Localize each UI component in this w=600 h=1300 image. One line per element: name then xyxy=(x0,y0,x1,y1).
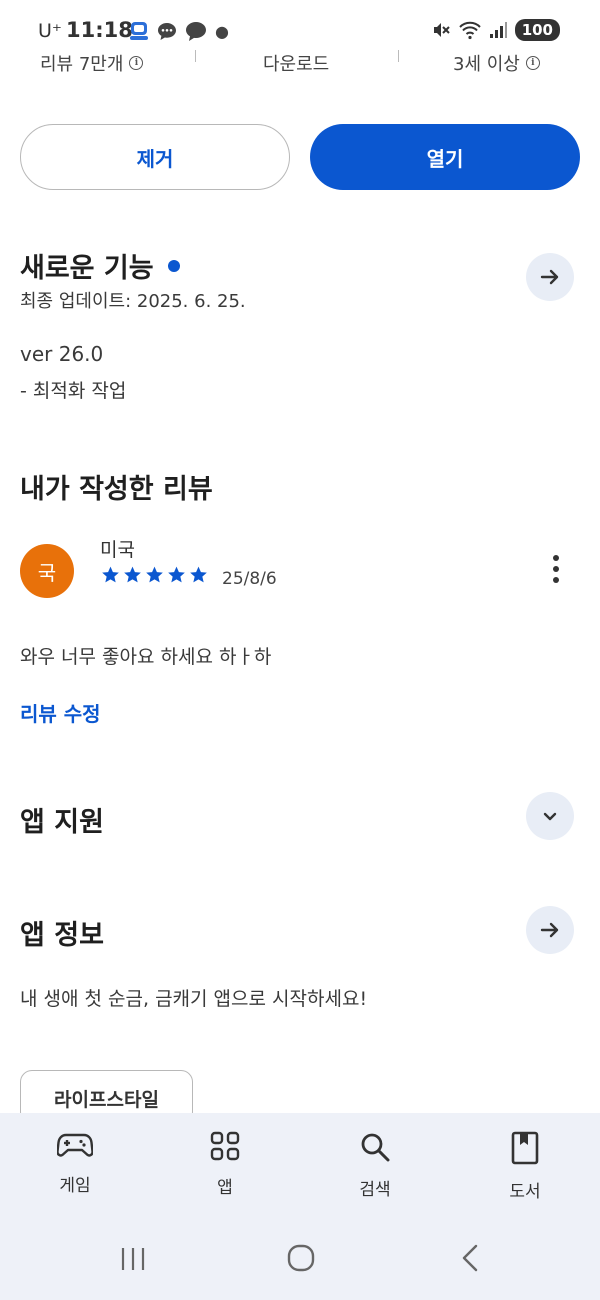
apps-grid-icon xyxy=(210,1131,240,1161)
system-navigation-bar xyxy=(0,1241,600,1281)
app-meta-row: 리뷰 7만개 i 다운로드 3세 이상 i xyxy=(0,48,600,78)
app-support-title: 앱 지원 xyxy=(20,807,104,838)
downloads-label: 다운로드 xyxy=(263,54,330,75)
nav-label-books: 도서 xyxy=(509,1182,541,1202)
star-rating xyxy=(100,565,209,585)
meta-divider xyxy=(398,50,399,62)
star-icon xyxy=(146,566,163,583)
whats-new-arrow-button[interactable] xyxy=(526,253,574,301)
nav-label-games: 게임 xyxy=(59,1176,91,1196)
review-count[interactable]: 리뷰 7만개 i xyxy=(40,50,144,76)
downloads: 다운로드 xyxy=(263,50,329,76)
open-button[interactable]: 열기 xyxy=(310,124,580,190)
new-indicator-dot xyxy=(167,259,180,272)
whats-new-title: 새로운 기능 xyxy=(20,253,154,284)
my-review-title: 내가 작성한 리뷰 xyxy=(20,474,213,505)
system-status-icons: 100 xyxy=(431,19,560,41)
battery-level: 100 xyxy=(514,19,560,41)
star-icon xyxy=(102,566,119,583)
nav-item-games[interactable]: 게임 xyxy=(25,1131,125,1196)
back-icon[interactable] xyxy=(458,1243,482,1273)
review-count-label: 리뷰 7만개 xyxy=(40,54,124,75)
app-info-arrow-button[interactable] xyxy=(526,906,574,954)
app-support-expand-button[interactable] xyxy=(526,792,574,840)
remove-button[interactable]: 제거 xyxy=(20,124,290,190)
wifi-icon xyxy=(458,21,481,40)
app-notification-icon xyxy=(130,22,148,40)
nav-item-apps[interactable]: 앱 xyxy=(175,1131,275,1198)
age-rating[interactable]: 3세 이상 i xyxy=(453,50,540,76)
app-description: 내 생애 첫 순금, 금캐기 앱으로 시작하세요! xyxy=(20,988,368,1010)
status-time: 11:18 xyxy=(66,18,133,42)
info-icon: i xyxy=(525,56,540,70)
review-date: 25/8/6 xyxy=(222,569,277,589)
nav-item-search[interactable]: 검색 xyxy=(325,1131,425,1200)
nav-label-apps: 앱 xyxy=(217,1178,233,1198)
search-icon xyxy=(361,1133,390,1162)
version-text: ver 26.0 xyxy=(20,342,104,366)
info-icon: i xyxy=(129,56,144,70)
app-info-title: 앱 정보 xyxy=(20,920,104,951)
status-bar: U⁺ 11:18 ● 100 xyxy=(0,0,600,48)
review-author: 미국 xyxy=(100,539,135,561)
review-text: 와우 너무 좋아요 하세요 하ㅏ하 xyxy=(20,646,272,668)
avatar: 국 xyxy=(20,544,74,598)
more-notifications-dot: ● xyxy=(215,22,229,41)
home-icon[interactable] xyxy=(286,1243,316,1273)
whats-new-header: 새로운 기능 xyxy=(20,246,180,285)
meta-divider xyxy=(195,50,196,62)
mute-icon xyxy=(433,23,450,37)
star-icon xyxy=(124,566,141,583)
carrier-label: U⁺ xyxy=(38,20,62,42)
signal-icon xyxy=(489,22,507,38)
star-icon xyxy=(190,566,207,583)
bottom-navigation: 게임 앱 검색 도서 xyxy=(0,1113,600,1300)
gamepad-icon xyxy=(57,1133,93,1157)
arrow-right-icon xyxy=(540,269,559,285)
chat-icon xyxy=(158,23,176,40)
notification-icons xyxy=(128,20,208,42)
recent-apps-icon[interactable] xyxy=(119,1245,147,1273)
star-icon xyxy=(168,566,185,583)
release-notes: - 최적화 작업 xyxy=(20,380,127,402)
chevron-down-icon xyxy=(543,812,557,821)
arrow-right-icon xyxy=(540,922,559,938)
age-rating-label: 3세 이상 xyxy=(453,54,520,75)
edit-review-link[interactable]: 리뷰 수정 xyxy=(20,698,101,727)
book-icon xyxy=(511,1131,539,1165)
nav-label-search: 검색 xyxy=(359,1180,391,1200)
more-options-icon[interactable] xyxy=(553,555,559,583)
last-updated: 최종 업데이트: 2025. 6. 25. xyxy=(20,291,246,312)
nav-item-books[interactable]: 도서 xyxy=(475,1131,575,1202)
message-icon xyxy=(186,22,206,41)
